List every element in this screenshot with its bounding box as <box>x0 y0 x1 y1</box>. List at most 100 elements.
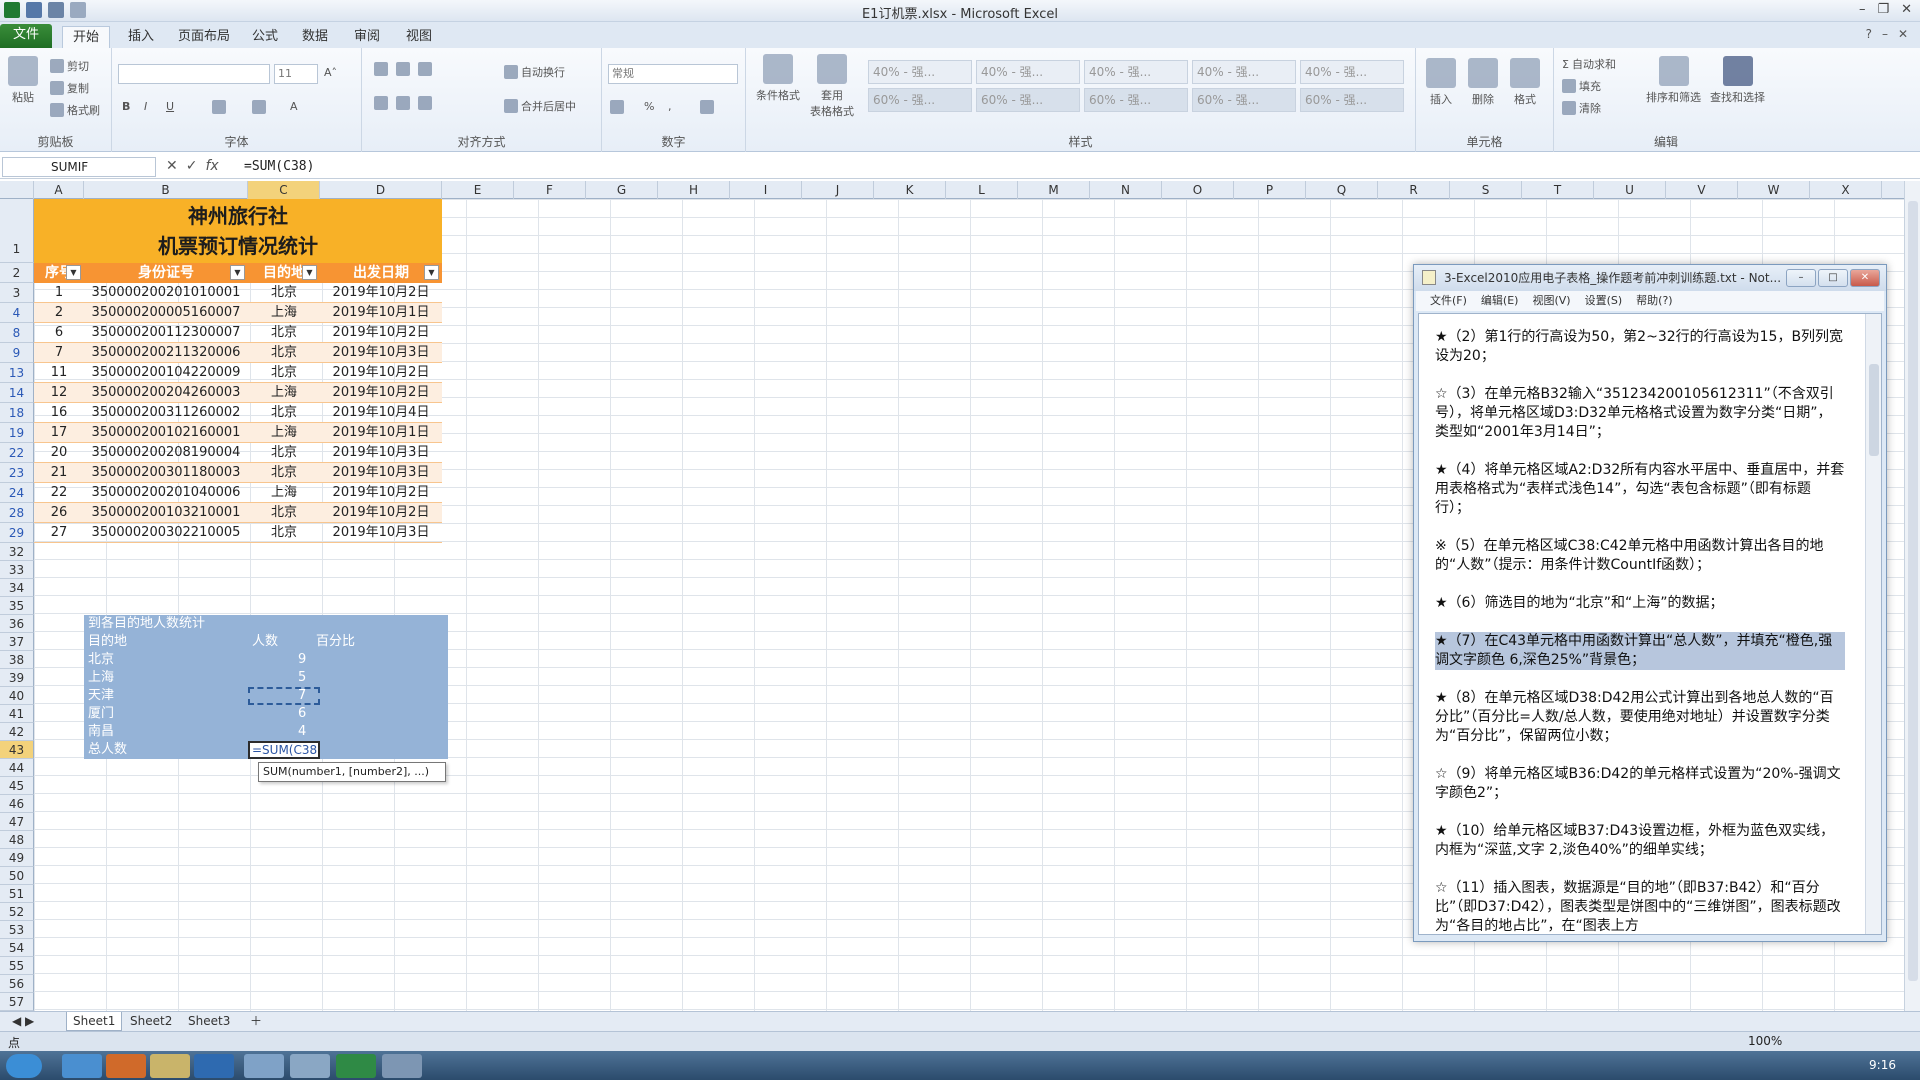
copy-button[interactable]: 复制 <box>50 80 89 96</box>
notepad-window[interactable]: 3-Excel2010应用电子表格_操作题考前冲刺训练题.txt - Not..… <box>1413 264 1887 942</box>
align-middle-icon[interactable] <box>396 62 410 76</box>
cell-id-number[interactable]: 350000200204260003 <box>84 383 248 403</box>
cell-index[interactable]: 16 <box>34 403 84 423</box>
cell-date[interactable]: 2019年10月3日 <box>320 463 442 483</box>
minimize-icon[interactable]: – <box>1859 2 1866 17</box>
cell-index[interactable]: 12 <box>34 383 84 403</box>
stats-destination[interactable]: 厦门 <box>88 705 114 723</box>
cell-destination[interactable]: 北京 <box>248 403 320 423</box>
stats-count[interactable]: 9 <box>298 651 306 669</box>
column-header[interactable]: Q <box>1306 181 1378 199</box>
cell-id-number[interactable]: 350000200102160001 <box>84 423 248 443</box>
cut-button[interactable]: 剪切 <box>50 58 89 74</box>
row-header[interactable]: 24 <box>0 483 34 503</box>
cell-style-40-2[interactable]: 40% - 强... <box>976 60 1080 84</box>
sheet-tab-3[interactable]: Sheet3 <box>182 1012 236 1031</box>
filter-dropdown-icon[interactable]: ▼ <box>66 265 81 280</box>
row-header[interactable]: 37 <box>0 633 34 651</box>
column-header[interactable]: T <box>1522 181 1594 199</box>
stats-count[interactable]: 6 <box>298 705 306 723</box>
row-header[interactable]: 56 <box>0 975 34 993</box>
tab-page-layout[interactable]: 页面布局 <box>168 26 240 48</box>
filter-active-icon[interactable]: ▼ <box>302 265 317 280</box>
tab-insert[interactable]: 插入 <box>118 26 164 48</box>
new-sheet-icon[interactable]: ＋ <box>244 1012 268 1031</box>
grow-font-icon[interactable]: A˄ <box>324 66 337 79</box>
header-id-number[interactable]: 身份证号 <box>84 263 248 283</box>
window-task-icon[interactable] <box>382 1054 422 1078</box>
row-header[interactable]: 14 <box>0 383 34 403</box>
tab-formulas[interactable]: 公式 <box>242 26 288 48</box>
row-header[interactable]: 18 <box>0 403 34 423</box>
cell-index[interactable]: 2 <box>34 303 84 323</box>
column-header[interactable]: X <box>1810 181 1882 199</box>
row-header[interactable]: 2 <box>0 263 34 283</box>
sheet-tab-2[interactable]: Sheet2 <box>124 1012 178 1031</box>
bold-button[interactable]: B <box>122 100 130 113</box>
cell-style-60-4[interactable]: 60% - 强... <box>1192 88 1296 112</box>
cell-date[interactable]: 2019年10月2日 <box>320 283 442 303</box>
decimal-icon[interactable] <box>700 100 714 114</box>
menu-view[interactable]: 视图(V) <box>1532 291 1570 311</box>
media-icon[interactable] <box>194 1054 234 1078</box>
folder-icon[interactable] <box>150 1054 190 1078</box>
stats-destination[interactable]: 南昌 <box>88 723 114 741</box>
cell-style-40-3[interactable]: 40% - 强... <box>1084 60 1188 84</box>
column-header[interactable]: N <box>1090 181 1162 199</box>
font-size-combo[interactable]: 11 <box>274 64 318 84</box>
cell-date[interactable]: 2019年10月1日 <box>320 423 442 443</box>
row-header[interactable]: 23 <box>0 463 34 483</box>
workbook-minimize-icon[interactable]: – <box>1882 27 1888 41</box>
menu-help[interactable]: 帮助(?) <box>1636 291 1672 311</box>
italic-button[interactable]: I <box>144 100 147 113</box>
formula-input[interactable]: =SUM(C38) <box>244 159 314 174</box>
cell-destination[interactable]: 北京 <box>248 283 320 303</box>
cell-style-60-3[interactable]: 60% - 强... <box>1084 88 1188 112</box>
tab-review[interactable]: 审阅 <box>344 26 390 48</box>
cell-destination[interactable]: 上海 <box>248 383 320 403</box>
merge-center-button[interactable]: 合并后居中 <box>504 98 576 114</box>
cell-style-60-2[interactable]: 60% - 强... <box>976 88 1080 112</box>
restore-icon[interactable]: ❐ <box>1877 2 1889 17</box>
row-header[interactable]: 49 <box>0 849 34 867</box>
percent-icon[interactable]: % <box>644 100 654 113</box>
row-header[interactable]: 34 <box>0 579 34 597</box>
tab-data[interactable]: 数据 <box>292 26 338 48</box>
row-header[interactable]: 53 <box>0 921 34 939</box>
row-header[interactable]: 36 <box>0 615 34 633</box>
row-header[interactable]: 45 <box>0 777 34 795</box>
row-header[interactable]: 48 <box>0 831 34 849</box>
row-header[interactable]: 44 <box>0 759 34 777</box>
cell-date[interactable]: 2019年10月2日 <box>320 323 442 343</box>
select-all-corner[interactable] <box>0 181 34 199</box>
row-header[interactable]: 46 <box>0 795 34 813</box>
column-header[interactable]: D <box>320 181 442 199</box>
row-header[interactable]: 55 <box>0 957 34 975</box>
column-header[interactable]: W <box>1738 181 1810 199</box>
column-header[interactable]: H <box>658 181 730 199</box>
column-header[interactable]: P <box>1234 181 1306 199</box>
row-header[interactable]: 39 <box>0 669 34 687</box>
notepad-minimize-icon[interactable]: – <box>1786 269 1816 287</box>
name-box[interactable]: SUMIF <box>2 157 156 177</box>
row-header[interactable]: 3 <box>0 283 34 303</box>
filter-dropdown-icon[interactable]: ▼ <box>424 265 439 280</box>
column-header[interactable]: U <box>1594 181 1666 199</box>
stats-count[interactable]: 5 <box>298 669 306 687</box>
stats-destination[interactable]: 上海 <box>88 669 114 687</box>
align-bottom-icon[interactable] <box>418 62 432 76</box>
fill-button[interactable]: 填充 <box>1562 78 1601 94</box>
tab-file[interactable]: 文件 <box>0 24 52 48</box>
cell-index[interactable]: 20 <box>34 443 84 463</box>
row-header[interactable]: 35 <box>0 597 34 615</box>
border-button[interactable] <box>212 100 226 114</box>
cell-style-40-4[interactable]: 40% - 强... <box>1192 60 1296 84</box>
row-header[interactable]: 51 <box>0 885 34 903</box>
column-header[interactable]: M <box>1018 181 1090 199</box>
row-header[interactable]: 41 <box>0 705 34 723</box>
start-orb-icon[interactable] <box>6 1054 42 1078</box>
font-name-combo[interactable] <box>118 64 270 84</box>
workbook-close-icon[interactable]: ✕ <box>1898 27 1908 41</box>
font-color-button[interactable]: A <box>290 100 298 113</box>
paste-button[interactable]: 粘贴 <box>8 56 38 105</box>
